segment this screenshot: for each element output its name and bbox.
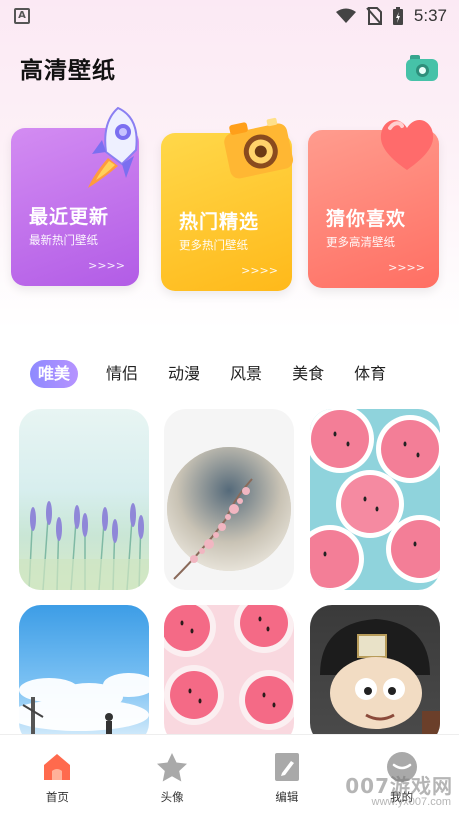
nav-home[interactable]: 首页 bbox=[17, 751, 97, 805]
nav-avatar[interactable]: 头像 bbox=[132, 751, 212, 805]
a-app-icon: A bbox=[14, 8, 30, 24]
home-icon bbox=[44, 754, 71, 780]
blossom-image bbox=[167, 447, 291, 580]
wifi-icon bbox=[335, 8, 356, 23]
watermelon-image bbox=[310, 409, 440, 590]
nav-edit[interactable]: 编辑 bbox=[247, 751, 327, 805]
tab-weimei[interactable]: 唯美 bbox=[30, 360, 79, 388]
camera-illustration-icon bbox=[224, 117, 294, 179]
battery-charging-icon bbox=[392, 7, 403, 25]
card-subtitle: 更多高清壁纸 bbox=[326, 235, 395, 249]
wallpaper-thumbnail-cartoon[interactable] bbox=[310, 605, 440, 745]
heart-icon bbox=[380, 119, 434, 170]
card-subtitle: 更多热门壁纸 bbox=[179, 238, 248, 252]
lavender-image bbox=[19, 501, 149, 590]
no-sim-icon bbox=[366, 7, 382, 25]
nav-home-label: 首页 bbox=[45, 790, 69, 804]
card-title: 最近更新 bbox=[29, 206, 110, 228]
category-tabs: 唯美 情侣 动漫 风景 美食 体育 bbox=[30, 358, 459, 390]
cartoon-character-image bbox=[320, 619, 440, 745]
camera-icon[interactable] bbox=[404, 52, 440, 84]
card-title: 猜你喜欢 bbox=[326, 208, 407, 230]
tab-scenery[interactable]: 风景 bbox=[230, 360, 262, 388]
card-subtitle: 最新热门壁纸 bbox=[29, 233, 98, 247]
wallpaper-thumbnail-watermelon-slices[interactable] bbox=[164, 605, 294, 745]
tab-couple[interactable]: 情侣 bbox=[106, 360, 138, 388]
nav-avatar-label: 头像 bbox=[160, 790, 184, 804]
card-arrows: >>>> bbox=[241, 264, 278, 277]
nav-edit-label: 编辑 bbox=[275, 790, 299, 804]
status-bar: A 5:37 bbox=[0, 0, 459, 32]
tab-anime[interactable]: 动漫 bbox=[168, 360, 200, 388]
watermark-url: www.yx007.com bbox=[371, 796, 451, 808]
rocket-icon bbox=[88, 106, 138, 188]
app-header: 高清壁纸 bbox=[20, 48, 440, 88]
watermark-text: 007游戏网 bbox=[345, 774, 453, 798]
status-time: 5:37 bbox=[413, 6, 447, 25]
tab-sports[interactable]: 体育 bbox=[354, 360, 386, 388]
card-arrows: >>>> bbox=[388, 261, 425, 274]
edit-icon bbox=[274, 753, 299, 781]
card-title: 热门精选 bbox=[179, 211, 260, 233]
wallpaper-thumbnail-blossom[interactable] bbox=[164, 409, 294, 590]
card-arrows: >>>> bbox=[88, 259, 125, 272]
sky-image bbox=[19, 673, 149, 737]
app-title: 高清壁纸 bbox=[20, 58, 116, 84]
wallpaper-thumbnail-watermelon[interactable] bbox=[310, 409, 440, 590]
star-icon bbox=[157, 753, 188, 782]
watermelon-slices-image bbox=[164, 605, 294, 730]
wallpaper-thumbnail-sky[interactable] bbox=[19, 605, 149, 745]
tab-food[interactable]: 美食 bbox=[292, 360, 324, 388]
wallpaper-thumbnail-lavender[interactable] bbox=[19, 409, 149, 590]
